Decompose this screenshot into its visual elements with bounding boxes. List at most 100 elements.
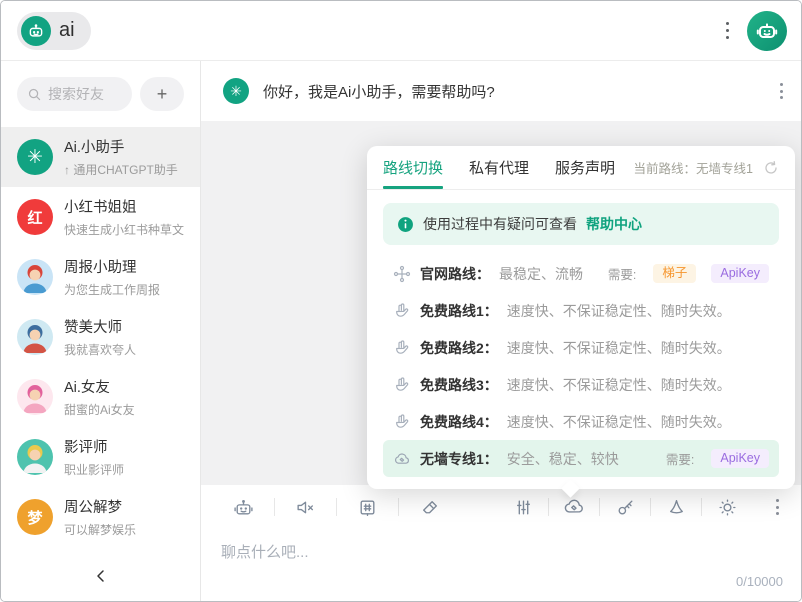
key-icon[interactable] (600, 497, 650, 518)
window-menu-icon[interactable] (722, 18, 734, 44)
route-option[interactable]: 无墙专线1： 安全、稳定、较快 需要: ApiKey (383, 440, 779, 477)
assistant-message: ✳ 你好，我是Ai小助手，需要帮助吗? (201, 61, 801, 121)
route-name: 官网路线： (420, 264, 490, 284)
assistant-avatar-icon: ✳ (223, 78, 249, 104)
help-center-link[interactable]: 帮助中心 (586, 214, 642, 234)
search-icon (27, 87, 42, 102)
hash-square-icon[interactable] (337, 497, 398, 518)
contact-desc: 为您生成工作周报 (64, 281, 160, 298)
route-desc: 速度快、不保证稳定性、随时失效。 (507, 338, 731, 358)
route-option[interactable]: 免费路线3： 速度快、不保证稳定性、随时失效。 (383, 366, 779, 403)
char-counter: 0/10000 (736, 574, 783, 589)
route-option[interactable]: 免费路线4： 速度快、不保证稳定性、随时失效。 (383, 403, 779, 440)
hand-icon (393, 339, 411, 357)
message-input[interactable]: 聊点什么吧... (221, 541, 781, 562)
route-list: 官网路线：最稳定、流畅需要:梯子ApiKey免费路线1：速度快、不保证稳定性、随… (367, 253, 795, 489)
robot-icon[interactable] (213, 497, 274, 518)
contact-name: 小红书姐姐 (64, 196, 184, 217)
chatgpt-avatar: ✳ (17, 139, 53, 175)
brightness-icon[interactable] (702, 497, 752, 518)
route-name: 免费路线3： (420, 375, 498, 395)
contact-name: 周公解梦 (64, 496, 136, 517)
badge-apikey: ApiKey (711, 449, 769, 468)
hand-icon (393, 413, 411, 431)
contact-name: Ai.小助手 (64, 136, 178, 157)
route-desc: 速度快、不保证稳定性、随时失效。 (507, 412, 731, 432)
tab-private-proxy[interactable]: 私有代理 (469, 146, 529, 189)
route-desc: 速度快、不保证稳定性、随时失效。 (507, 301, 731, 321)
topbar: ai (1, 1, 801, 61)
tab-service-statement[interactable]: 服务声明 (555, 146, 615, 189)
tab-route-switch[interactable]: 路线切换 (383, 146, 443, 189)
contact-name: 影评师 (64, 436, 124, 457)
red-letter-avatar: 红 (17, 199, 53, 235)
sliders-icon[interactable] (498, 497, 548, 518)
add-friend-button[interactable]: + (140, 77, 184, 111)
cloud-icon (393, 450, 411, 468)
sidebar: 搜索好友 + ✳ Ai.小助手 ↑ 通用CHATGPT助手红小红书姐姐快速生成小红书… (1, 61, 201, 601)
current-route-label: 当前路线：无墙专线1 (634, 158, 753, 177)
hand-icon (393, 302, 411, 320)
eraser-icon[interactable] (399, 497, 460, 518)
contact-name: Ai.女友 (64, 376, 135, 397)
brand-badge[interactable]: ai (17, 12, 91, 50)
yellow-hat-avatar (17, 439, 53, 475)
input-area: 聊点什么吧... 0/10000 (201, 529, 801, 601)
sidebar-contact-item[interactable]: ✳ Ai.小助手 ↑ 通用CHATGPT助手 (1, 127, 200, 187)
man-cap-avatar (17, 319, 53, 355)
sidebar-contact-item[interactable]: 赞美大师我就喜欢夸人 (1, 307, 200, 367)
toolbar (201, 485, 801, 529)
route-desc: 最稳定、流畅 (499, 264, 583, 284)
need-label: 需要: (608, 264, 636, 283)
route-popup: 路线切换 私有代理 服务声明 当前路线：无墙专线1 使用过程中有疑问可查看 帮助… (367, 146, 795, 489)
popup-header: 路线切换 私有代理 服务声明 当前路线：无墙专线1 (367, 146, 795, 190)
compass-icon (393, 265, 411, 283)
sidebar-contact-item[interactable]: Ai.女友甜蜜的Ai女友 (1, 367, 200, 427)
route-option[interactable]: 官网路线： 最稳定、流畅 需要: 梯子 ApiKey (383, 255, 779, 292)
help-banner: 使用过程中有疑问可查看 帮助中心 (383, 203, 779, 245)
robot-logo-icon (21, 16, 51, 46)
contact-desc: 职业影评师 (64, 461, 124, 478)
contact-desc: 我就喜欢夸人 (64, 341, 136, 358)
contact-desc: 可以解梦娱乐 (64, 521, 136, 538)
user-robot-avatar[interactable] (747, 11, 787, 51)
more-menu-icon[interactable] (772, 495, 783, 519)
contact-name: 周报小助理 (64, 256, 160, 277)
contact-desc: 快速生成小红书种草文 (64, 221, 184, 238)
sidebar-contact-item[interactable]: 红小红书姐姐快速生成小红书种草文 (1, 187, 200, 247)
route-desc: 安全、稳定、较快 (507, 449, 619, 469)
cloud-sync-icon[interactable] (549, 496, 599, 518)
badge-apikey: ApiKey (711, 264, 769, 283)
assistant-message-text: 你好，我是Ai小助手，需要帮助吗? (263, 81, 762, 102)
search-placeholder: 搜索好友 (48, 84, 104, 104)
sidebar-contact-item[interactable]: 周报小助理为您生成工作周报 (1, 247, 200, 307)
sidebar-contact-item[interactable]: 梦周公解梦可以解梦娱乐 (1, 487, 200, 547)
route-option[interactable]: 免费路线2： 速度快、不保证稳定性、随时失效。 (383, 329, 779, 366)
route-name: 免费路线1： (420, 301, 498, 321)
need-label: 需要: (666, 449, 694, 468)
route-name: 无墙专线1： (420, 449, 498, 469)
search-input[interactable]: 搜索好友 (17, 77, 132, 111)
info-icon (397, 216, 414, 233)
magic-hat-icon[interactable] (651, 497, 701, 518)
collapse-sidebar-button[interactable] (94, 569, 108, 583)
app-window: ai 搜索好友 (0, 0, 802, 602)
contact-desc: 甜蜜的Ai女友 (64, 401, 135, 418)
message-menu-icon[interactable] (776, 79, 787, 103)
route-name: 免费路线2： (420, 338, 498, 358)
contact-desc: ↑ 通用CHATGPT助手 (64, 161, 178, 178)
contact-list: ✳ Ai.小助手 ↑ 通用CHATGPT助手红小红书姐姐快速生成小红书种草文周报小助… (1, 127, 200, 551)
route-name: 免费路线4： (420, 412, 498, 432)
refresh-icon[interactable] (763, 160, 779, 176)
dream-letter-avatar: 梦 (17, 499, 53, 535)
route-desc: 速度快、不保证稳定性、随时失效。 (507, 375, 731, 395)
badge-ladder: 梯子 (653, 264, 696, 283)
banner-text: 使用过程中有疑问可查看 (423, 214, 577, 234)
contact-name: 赞美大师 (64, 316, 136, 337)
route-option[interactable]: 免费路线1： 速度快、不保证稳定性、随时失效。 (383, 292, 779, 329)
brand-label: ai (59, 19, 75, 42)
woman-red-hair-avatar (17, 259, 53, 295)
hand-icon (393, 376, 411, 394)
volume-mute-icon[interactable] (275, 497, 336, 518)
sidebar-contact-item[interactable]: 影评师职业影评师 (1, 427, 200, 487)
